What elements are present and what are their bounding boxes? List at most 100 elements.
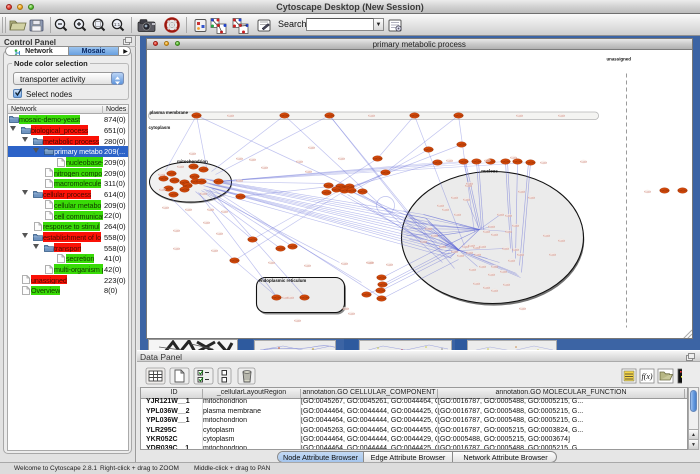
svg-text:Yxx000: Yxx000 <box>342 308 350 310</box>
svg-text:Yxx000w: Yxx000w <box>453 114 463 117</box>
svg-text:Yxx000: Yxx000 <box>338 158 346 160</box>
svg-text:Yxx000w: Yxx000w <box>247 238 257 241</box>
svg-text:Yxx000w: Yxx000w <box>299 296 309 299</box>
svg-text:Yxx000: Yxx000 <box>479 266 487 268</box>
svg-text:Yxx000w: Yxx000w <box>376 276 386 279</box>
svg-text:Yxx000w: Yxx000w <box>361 293 371 296</box>
svg-text:Yxx000: Yxx000 <box>558 240 566 242</box>
svg-text:Yxx000: Yxx000 <box>503 284 511 286</box>
svg-text:Yxx000w: Yxx000w <box>380 171 390 174</box>
svg-text:Yxx000: Yxx000 <box>304 265 312 267</box>
svg-text:Yxx000w: Yxx000w <box>196 180 206 183</box>
svg-text:Yxx000: Yxx000 <box>491 290 499 292</box>
svg-text:Yxx000: Yxx000 <box>446 160 454 162</box>
svg-text:Yxx000: Yxx000 <box>159 189 167 191</box>
svg-text:Yxx000: Yxx000 <box>580 161 588 163</box>
svg-text:Yxx000: Yxx000 <box>341 263 349 265</box>
svg-text:Yxx000: Yxx000 <box>466 252 474 254</box>
svg-text:Yxx000w: Yxx000w <box>525 161 535 164</box>
svg-text:Yxx000: Yxx000 <box>512 249 520 251</box>
svg-text:Yxx000: Yxx000 <box>221 211 229 213</box>
svg-text:Yxx000: Yxx000 <box>516 115 524 117</box>
svg-text:Yxx000: Yxx000 <box>500 271 508 273</box>
svg-text:Yxx000: Yxx000 <box>497 214 505 216</box>
svg-text:Yxx000: Yxx000 <box>483 231 491 233</box>
svg-text:Yxx000: Yxx000 <box>420 241 428 243</box>
svg-text:Yxx000w: Yxx000w <box>324 114 334 117</box>
svg-text:Yxx000w: Yxx000w <box>471 160 481 163</box>
svg-text:Yxx000: Yxx000 <box>451 251 459 253</box>
svg-text:Yxx000: Yxx000 <box>162 207 170 209</box>
svg-text:Yxx000: Yxx000 <box>488 226 496 228</box>
svg-text:nucleus: nucleus <box>481 168 498 173</box>
svg-text:Yxx000: Yxx000 <box>510 157 518 159</box>
svg-text:Yxx000w: Yxx000w <box>179 188 189 191</box>
svg-text:Yxx000: Yxx000 <box>366 262 374 264</box>
svg-text:Yxx000w: Yxx000w <box>287 245 297 248</box>
svg-text:Yxx000: Yxx000 <box>439 246 447 248</box>
svg-text:Yxx000: Yxx000 <box>473 283 481 285</box>
svg-text:Yxx000: Yxx000 <box>173 230 181 232</box>
svg-text:Yxx000: Yxx000 <box>189 153 197 155</box>
svg-text:Yxx000: Yxx000 <box>268 262 276 264</box>
svg-text:Yxx000: Yxx000 <box>644 191 652 193</box>
svg-text:Yxx000: Yxx000 <box>308 147 316 149</box>
svg-text:unassigned: unassigned <box>606 56 631 61</box>
svg-text:Yxx000: Yxx000 <box>479 246 487 248</box>
svg-text:Yxx000: Yxx000 <box>457 255 465 257</box>
svg-text:Yxx000: Yxx000 <box>543 235 551 237</box>
svg-text:Yxx000: Yxx000 <box>437 205 445 207</box>
svg-text:Yxx000: Yxx000 <box>211 250 219 252</box>
svg-text:Yxx000: Yxx000 <box>177 166 185 168</box>
svg-text:Yxx000: Yxx000 <box>484 160 492 162</box>
svg-text:Yxx000w: Yxx000w <box>158 177 168 180</box>
svg-text:Yxx000: Yxx000 <box>465 185 473 187</box>
svg-text:Yxx000w: Yxx000w <box>275 247 285 250</box>
svg-text:endoplasmic reticulum: endoplasmic reticulum <box>258 278 306 283</box>
svg-text:Yxx000: Yxx000 <box>200 193 208 195</box>
svg-text:Yxx000: Yxx000 <box>368 115 376 117</box>
svg-text:Yxx000w: Yxx000w <box>458 160 468 163</box>
svg-text:Yxx000: Yxx000 <box>488 274 496 276</box>
svg-text:Yxx000: Yxx000 <box>207 209 215 211</box>
svg-text:Yxx000w: Yxx000w <box>235 195 245 198</box>
svg-text:mitochondrion: mitochondrion <box>177 159 208 164</box>
svg-text:Yxx000: Yxx000 <box>512 225 520 227</box>
svg-text:Yxx000w: Yxx000w <box>188 165 198 168</box>
svg-text:Yxx000w: Yxx000w <box>271 296 281 299</box>
svg-text:Yxx000: Yxx000 <box>203 222 211 224</box>
svg-text:Yxx000: Yxx000 <box>431 235 439 237</box>
svg-text:Yxx000: Yxx000 <box>518 191 526 193</box>
svg-text:Yxx000w: Yxx000w <box>229 259 239 262</box>
svg-text:Yxx000: Yxx000 <box>185 209 193 211</box>
svg-text:Yxx000w: Yxx000w <box>166 172 176 175</box>
svg-text:Yxx000w: Yxx000w <box>512 160 522 163</box>
svg-text:Yxx000: Yxx000 <box>502 248 510 250</box>
svg-text:Yxx000w: Yxx000w <box>169 179 179 182</box>
svg-text:Yxx000w: Yxx000w <box>213 180 223 183</box>
svg-text:1:1: 1:1 <box>114 22 121 27</box>
svg-text:Yxx000w: Yxx000w <box>423 148 433 151</box>
svg-text:Yxx000w: Yxx000w <box>409 114 419 117</box>
svg-text:Yxx000: Yxx000 <box>305 171 313 173</box>
svg-text:Yxx000: Yxx000 <box>158 174 166 176</box>
svg-text:Yxx000: Yxx000 <box>227 115 235 117</box>
svg-text:Yxx000: Yxx000 <box>466 183 474 185</box>
svg-text:Yxx000w: Yxx000w <box>372 157 382 160</box>
svg-text:Yxx000: Yxx000 <box>287 297 295 299</box>
svg-text:Yxx000w: Yxx000w <box>659 189 669 192</box>
svg-text:Yxx000: Yxx000 <box>294 320 302 322</box>
svg-text:Yxx000: Yxx000 <box>261 167 269 169</box>
svg-text:Yxx000: Yxx000 <box>558 115 566 117</box>
svg-text:Yxx000w: Yxx000w <box>432 161 442 164</box>
svg-text:Yxx000: Yxx000 <box>386 264 394 266</box>
svg-text:plasma membrane: plasma membrane <box>149 110 188 115</box>
svg-text:Yxx000w: Yxx000w <box>375 289 385 292</box>
svg-text:Yxx000: Yxx000 <box>249 159 257 161</box>
svg-text:Yxx000: Yxx000 <box>517 254 525 256</box>
svg-text:Yxx000: Yxx000 <box>216 233 224 235</box>
svg-text:Yxx000: Yxx000 <box>491 266 499 268</box>
svg-text:Yxx000w: Yxx000w <box>191 114 201 117</box>
svg-text:Yxx000: Yxx000 <box>508 260 516 262</box>
svg-text:Yxx000: Yxx000 <box>540 162 548 164</box>
